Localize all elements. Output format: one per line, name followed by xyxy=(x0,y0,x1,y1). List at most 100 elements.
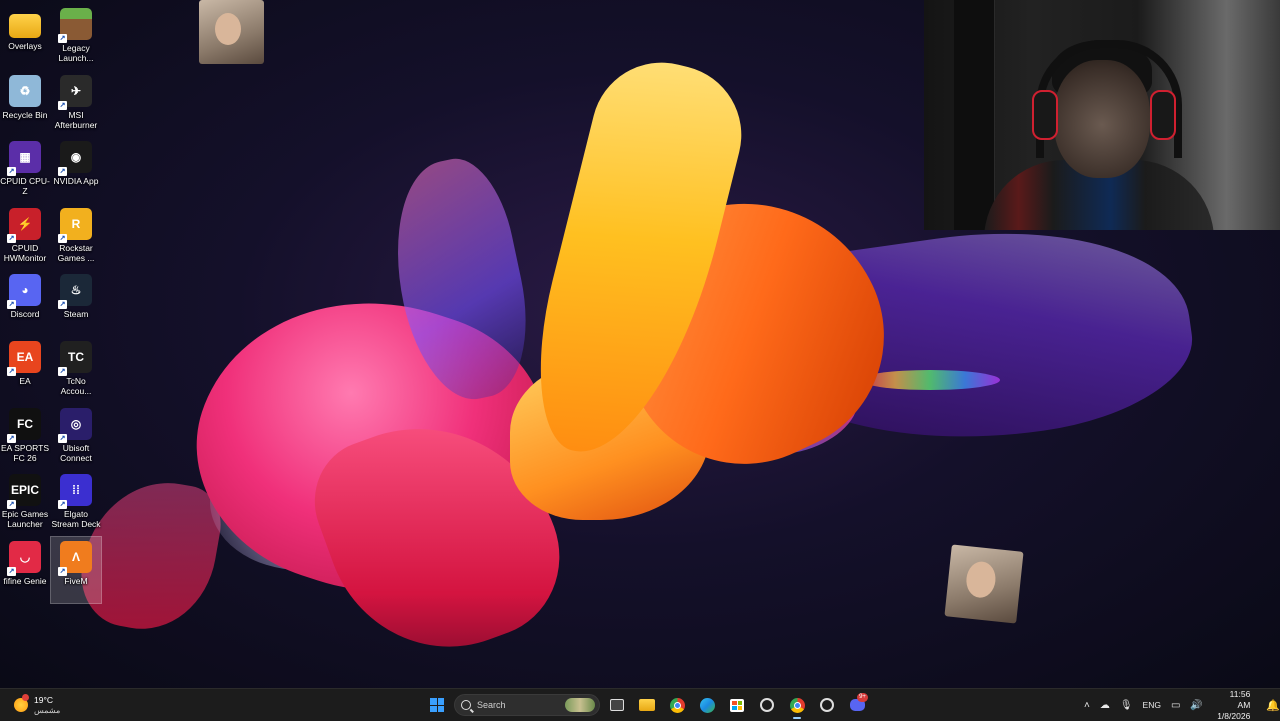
language-indicator[interactable]: ENG xyxy=(1143,700,1161,710)
shortcut-arrow-icon: ↗ xyxy=(58,34,67,43)
desktop-icon-label: Ubisoft Connect xyxy=(60,442,92,463)
app-ring-icon xyxy=(760,698,774,712)
desktop-icon-recycle-bin[interactable]: ♻ Recycle Bin xyxy=(0,71,50,137)
shortcut-arrow-icon: ↗ xyxy=(58,167,67,177)
folder-icon xyxy=(639,699,655,711)
desktop-icon-epic-games[interactable]: EPIC ↗ Epic Games Launcher xyxy=(0,470,50,536)
chrome-profile-icon xyxy=(789,697,805,713)
desktop-icon-rockstar[interactable]: R ↗ Rockstar Games ... xyxy=(51,204,101,270)
microphone-icon[interactable]: 🎙 xyxy=(1120,700,1133,711)
clock[interactable]: 11:56 AM 1/8/2026 xyxy=(1217,689,1250,722)
desktop-icon-ea-fc26[interactable]: FC ↗ EA SPORTS FC 26 xyxy=(0,404,50,470)
desktop-icon-label: EA SPORTS FC 26 xyxy=(0,442,50,463)
weather-widget[interactable]: 19°C مشمس xyxy=(12,692,92,718)
shortcut-arrow-icon: ↗ xyxy=(7,367,16,376)
desktop-icon-steam[interactable]: ♨ ↗ Steam xyxy=(51,270,101,336)
system-tray: ˄ ☁ 🎙 ENG ▭ 🔊 11:56 AM 1/8/2026 🔔 xyxy=(1084,689,1280,721)
shortcut-arrow-icon: ↗ xyxy=(58,566,67,576)
desktop-icon-label: Steam xyxy=(63,309,89,320)
desktop-icon-nvidia[interactable]: ◉ ↗ NVIDIA App xyxy=(51,137,101,203)
task-view-button[interactable] xyxy=(604,692,630,718)
onedrive-icon[interactable]: ☁ xyxy=(1100,700,1110,711)
desktop-icon-discord[interactable]: ◕ ↗ Discord xyxy=(0,270,50,336)
discord-taskbar-button[interactable]: 9+ xyxy=(844,692,870,718)
desktop-icon-folder[interactable]: Overlays xyxy=(0,4,50,70)
weather-temperature: 19°C xyxy=(34,695,53,705)
stream-deck-icon: ⁞⁞ ↗ xyxy=(58,474,92,510)
desktop-icon-label: Recycle Bin xyxy=(2,109,48,120)
ea-icon: EA ↗ xyxy=(7,341,41,376)
shortcut-arrow-icon: ↗ xyxy=(58,433,67,443)
shortcut-arrow-icon: ↗ xyxy=(7,433,16,443)
shortcut-arrow-icon: ↗ xyxy=(7,300,16,310)
msi-afterburner-icon: ✈ ↗ xyxy=(58,74,92,110)
file-explorer-button[interactable] xyxy=(634,692,660,718)
search-placeholder: Search xyxy=(477,700,506,710)
shortcut-arrow-icon: ↗ xyxy=(58,100,67,110)
desktop-icon-label: CPUID HWMonitor xyxy=(3,242,47,263)
discord-icon: ◕ ↗ xyxy=(7,274,41,310)
chrome-button[interactable] xyxy=(664,692,690,718)
chrome-profile-button[interactable] xyxy=(784,692,810,719)
weather-alert-badge xyxy=(22,694,29,701)
task-view-icon xyxy=(610,699,624,711)
search-highlight-icon xyxy=(565,698,595,712)
hwmonitor-icon: ⚡ ↗ xyxy=(7,207,41,243)
windows-logo-icon xyxy=(430,698,444,712)
minecraft-icon: ↗ xyxy=(58,8,92,43)
desktop[interactable]: Overlays ↗ Legacy Launch... ♻ Recycle Bin ✈ ↗ M… xyxy=(0,0,1280,688)
desktop-icon-label: Epic Games Launcher xyxy=(1,509,49,530)
chevron-up-icon[interactable]: ˄ xyxy=(1084,700,1090,711)
ea-fc26-icon: FC ↗ xyxy=(7,407,41,443)
app-gear-icon xyxy=(820,698,834,712)
desktop-icon-ubisoft[interactable]: ◎ ↗ Ubisoft Connect xyxy=(51,404,101,470)
app-button-ring[interactable] xyxy=(754,692,780,718)
edge-icon xyxy=(699,697,715,713)
desktop-icon-label: Legacy Launch... xyxy=(58,43,94,63)
shortcut-arrow-icon: ↗ xyxy=(7,500,16,510)
shortcut-arrow-icon: ↗ xyxy=(58,367,67,376)
clock-time: 11:56 AM xyxy=(1229,688,1251,710)
sticker-image-top[interactable] xyxy=(199,0,264,64)
desktop-icon-stream-deck[interactable]: ⁞⁞ ↗ Elgato Stream Deck xyxy=(51,470,101,536)
shortcut-arrow-icon: ↗ xyxy=(58,500,67,510)
edge-button[interactable] xyxy=(694,692,720,718)
taskbar-search[interactable]: Search xyxy=(454,694,600,716)
desktop-icon-cpuz[interactable]: ▦ ↗ CPUID CPU-Z xyxy=(0,137,50,203)
app-button-steam-like[interactable] xyxy=(814,692,840,718)
desktop-icon-hwmonitor[interactable]: ⚡ ↗ CPUID HWMonitor xyxy=(0,204,50,270)
desktop-icon-fivem[interactable]: Λ ↗ FiveM xyxy=(50,535,102,604)
desktop-icon-minecraft[interactable]: ↗ Legacy Launch... xyxy=(51,4,101,70)
recycle-bin-icon: ♻ xyxy=(9,74,41,107)
notification-bell-icon[interactable]: 🔔 xyxy=(1266,699,1280,712)
discord-notification-badge: 9+ xyxy=(857,693,868,702)
tcno-icon: TC ↗ xyxy=(58,341,92,376)
desktop-icon-tcno[interactable]: TC ↗ TcNo Accou... xyxy=(51,337,101,403)
microsoft-store-button[interactable] xyxy=(724,692,750,718)
ubisoft-icon: ◎ ↗ xyxy=(58,407,92,443)
fifine-icon: ◡ ↗ xyxy=(7,540,41,576)
desktop-icon-ea[interactable]: EA ↗ EA xyxy=(0,337,50,403)
cpuz-icon: ▦ ↗ xyxy=(7,141,41,177)
desktop-icon-label: Discord xyxy=(10,309,40,320)
volume-icon[interactable]: 🔊 xyxy=(1190,700,1202,711)
desktop-icon-label: FiveM xyxy=(64,575,88,586)
desktop-icon-fifine[interactable]: ◡ ↗ fifine Genie xyxy=(0,537,50,603)
fivem-icon: Λ ↗ xyxy=(58,540,92,576)
chrome-icon xyxy=(669,697,685,713)
shortcut-arrow-icon: ↗ xyxy=(58,300,67,310)
epic-games-icon: EPIC ↗ xyxy=(7,474,41,510)
sticker-image-bottom[interactable] xyxy=(944,544,1024,624)
desktop-icon-label: fifine Genie xyxy=(3,575,47,586)
desktop-icon-label: Rockstar Games ... xyxy=(57,242,95,263)
nvidia-icon: ◉ ↗ xyxy=(58,141,92,177)
folder-icon xyxy=(9,14,41,38)
desktop-icon-label: CPUID CPU-Z xyxy=(0,176,50,197)
start-button[interactable] xyxy=(424,692,450,718)
microsoft-store-icon xyxy=(730,698,744,712)
steam-icon: ♨ ↗ xyxy=(58,274,92,310)
desktop-icon-msi-afterburner[interactable]: ✈ ↗ MSI Afterburner xyxy=(51,71,101,137)
taskbar: 19°C مشمس Search 9+ ˄ ☁ 🎙 ENG ▭ 🔊 11:56 … xyxy=(0,688,1280,721)
network-icon[interactable]: ▭ xyxy=(1171,700,1180,711)
desktop-icon-label: NVIDIA App xyxy=(53,176,99,187)
